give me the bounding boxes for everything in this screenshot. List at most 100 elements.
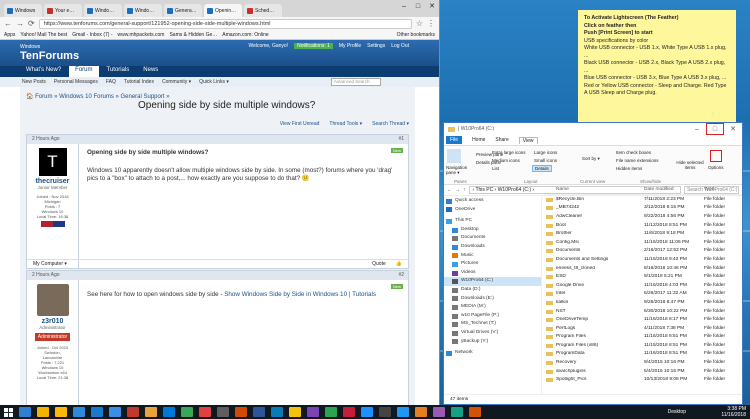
menu-icon[interactable]: ⋮ xyxy=(427,19,435,28)
bookmark-item[interactable]: Other bookmarks xyxy=(397,32,435,38)
site-logo[interactable]: Windows TenForums xyxy=(20,44,79,62)
nav-forum[interactable]: Forum xyxy=(69,66,99,77)
browser-tab[interactable]: Your e… xyxy=(44,4,82,17)
taskbar-app-icon[interactable] xyxy=(253,407,265,417)
taskbar-app-icon[interactable] xyxy=(19,407,31,417)
reload-icon[interactable]: ⟳ xyxy=(28,19,35,28)
browser-tab[interactable]: Sched… xyxy=(244,4,282,17)
hide-selected-button[interactable]: Hide selected items xyxy=(676,160,704,170)
browser-tab-active[interactable]: Openin… xyxy=(204,4,242,17)
tutorial-link[interactable]: Show Windows Side by Side in Windows 10 … xyxy=(224,291,376,298)
profile-link[interactable]: My Profile xyxy=(339,43,361,49)
file-row[interactable]: kalkin 9/26/2018 8:47 PM File folder xyxy=(544,298,742,307)
avatar[interactable]: T xyxy=(38,148,67,176)
file-row[interactable]: searchplugins 5/4/2015 10:15 PM File folde… xyxy=(544,367,742,376)
subnav-link[interactable]: Community ▾ xyxy=(162,79,191,85)
bookmark-item[interactable]: www.mhpackets.com xyxy=(118,32,165,38)
bookmark-item[interactable]: Amazon.com: Online xyxy=(222,32,268,38)
file-row[interactable]: Documents 2/16/2017 12:53 PM File folder xyxy=(544,247,742,256)
forward-icon[interactable]: → xyxy=(455,187,460,193)
file-row[interactable]: NST 6/30/2018 10:22 PM File folder xyxy=(544,307,742,316)
post-number[interactable]: #1 xyxy=(398,135,404,144)
forward-icon[interactable]: → xyxy=(16,19,24,28)
layout-option[interactable]: Large icons xyxy=(534,150,557,155)
file-row[interactable]: eneess_t8_cloned 8/16/2018 10:46 PM File f… xyxy=(544,264,742,273)
file-row[interactable]: Program Files 11/16/2018 8:51 PM File fold… xyxy=(544,333,742,342)
layout-option[interactable]: Medium icons xyxy=(492,158,520,163)
options-icon[interactable] xyxy=(710,150,722,162)
column-type[interactable]: Type xyxy=(704,187,742,192)
browser-tab[interactable]: Windo… xyxy=(124,4,162,17)
tab-view[interactable]: View xyxy=(518,136,538,144)
sticky-note[interactable]: To Activate Lightscreen (The Feather) Cl… xyxy=(578,10,736,123)
nav-item[interactable]: yBackup (Y:) xyxy=(444,338,541,347)
tab-home[interactable]: Home xyxy=(472,137,485,143)
taskbar-app-icon[interactable] xyxy=(55,407,67,417)
clock-date[interactable]: 11/16/2018 xyxy=(721,412,746,418)
file-row[interactable]: Intel 6/26/2017 11:32 AM File folder xyxy=(544,290,742,299)
subnav-link[interactable]: Quick Links ▾ xyxy=(199,79,229,85)
taskbar-app-icon[interactable] xyxy=(163,407,175,417)
view-first-unread[interactable]: View First Unread xyxy=(280,121,320,127)
taskbar-app-icon[interactable] xyxy=(271,407,283,417)
nav-item[interactable]: Videos xyxy=(444,269,541,278)
options-button[interactable]: Options xyxy=(708,165,724,170)
file-row[interactable]: Google Drive 11/16/2018 4:03 PM File folde… xyxy=(544,281,742,290)
nav-item[interactable]: Pictures xyxy=(444,260,541,269)
file-row[interactable]: OneDriveTemp 11/16/2018 8:17 PM File folde… xyxy=(544,315,742,324)
nav-item[interactable]: Network xyxy=(444,349,541,358)
column-name[interactable]: Name xyxy=(544,187,644,192)
tab-file[interactable]: File xyxy=(446,136,463,144)
username[interactable]: z3r010 xyxy=(27,318,78,325)
navigation-pane-button[interactable]: Navigation pane ▾ xyxy=(446,165,472,176)
nav-item[interactable]: Desktop xyxy=(444,226,541,235)
file-row[interactable]: Config.Msi 11/16/2018 11:06 PM File folder xyxy=(544,238,742,247)
layout-option[interactable]: Small icons xyxy=(534,158,557,163)
subnav-link[interactable]: Tutorial Index xyxy=(124,79,154,85)
taskbar-app-icon[interactable] xyxy=(289,407,301,417)
nav-item[interactable]: MEDIA (M:) xyxy=(444,303,541,312)
tab-share[interactable]: Share xyxy=(495,137,508,143)
file-row[interactable]: ProgramData 11/16/2018 8:51 PM File folder xyxy=(544,350,742,359)
sort-by-button[interactable]: Sort by ▾ xyxy=(582,156,600,162)
taskbar-app-icon[interactable] xyxy=(307,407,319,417)
taskbar-app-icon[interactable] xyxy=(469,407,481,417)
taskbar-app-icon[interactable] xyxy=(91,407,103,417)
taskbar-app-icon[interactable] xyxy=(343,407,355,417)
nav-news[interactable]: News xyxy=(137,66,164,77)
nav-item[interactable]: OneDrive xyxy=(444,206,541,215)
welcome-link[interactable]: Welcome, Ganyo! xyxy=(248,43,288,49)
desktop-toolbar-label[interactable]: Desktop xyxy=(668,409,686,415)
layout-option-selected[interactable]: Details xyxy=(532,165,552,172)
taskbar-app-icon[interactable] xyxy=(127,407,139,417)
taskbar-app-icon[interactable] xyxy=(325,407,337,417)
file-row[interactable]: PerfLogs 4/11/2018 7:38 PM File folder xyxy=(544,324,742,333)
url-input[interactable]: https://www.tenforums.com/general-suppor… xyxy=(38,18,412,29)
minimize-icon[interactable]: – xyxy=(397,0,411,12)
like-icon[interactable]: 👍 xyxy=(396,260,402,269)
post-number[interactable]: #2 xyxy=(398,271,404,280)
file-row[interactable]: ESD 9/1/2018 5:21 PM File folder xyxy=(544,272,742,281)
file-row[interactable]: Recovery 9/4/2015 10:16 PM File folder xyxy=(544,358,742,367)
subnav-link[interactable]: FAQ xyxy=(106,79,116,85)
close-icon[interactable]: ✕ xyxy=(425,0,439,12)
nav-item[interactable]: Data (D:) xyxy=(444,286,541,295)
nav-item[interactable]: Downloads xyxy=(444,243,541,252)
browser-tab[interactable]: Genera… xyxy=(164,4,202,17)
browser-tab[interactable]: Windo… xyxy=(84,4,122,17)
nav-item[interactable]: This PC xyxy=(444,217,541,226)
taskbar-app-icon[interactable] xyxy=(433,407,445,417)
file-row[interactable]: Documents and Settings 11/16/2018 9:42 PM… xyxy=(544,255,742,264)
taskbar-app-icon[interactable] xyxy=(73,407,85,417)
file-row[interactable]: AdwCleaner 9/22/2018 4:56 PM File folder xyxy=(544,212,742,221)
taskbar-app-icon[interactable] xyxy=(361,407,373,417)
taskbar-app-icon[interactable] xyxy=(199,407,211,417)
taskbar-app-icon[interactable] xyxy=(235,407,247,417)
up-icon[interactable]: ↑ xyxy=(463,187,466,193)
nav-item[interactable]: Downloads (E:) xyxy=(444,295,541,304)
bookmark-item[interactable]: Yahoo! Mail The best xyxy=(20,32,67,38)
file-row[interactable]: _MB74242 3/12/2018 6:15 PM File folder xyxy=(544,204,742,213)
username[interactable]: thecruiser xyxy=(27,178,78,185)
taskbar-app-icon[interactable] xyxy=(397,407,409,417)
layout-option[interactable]: Extra large icons xyxy=(492,150,526,155)
